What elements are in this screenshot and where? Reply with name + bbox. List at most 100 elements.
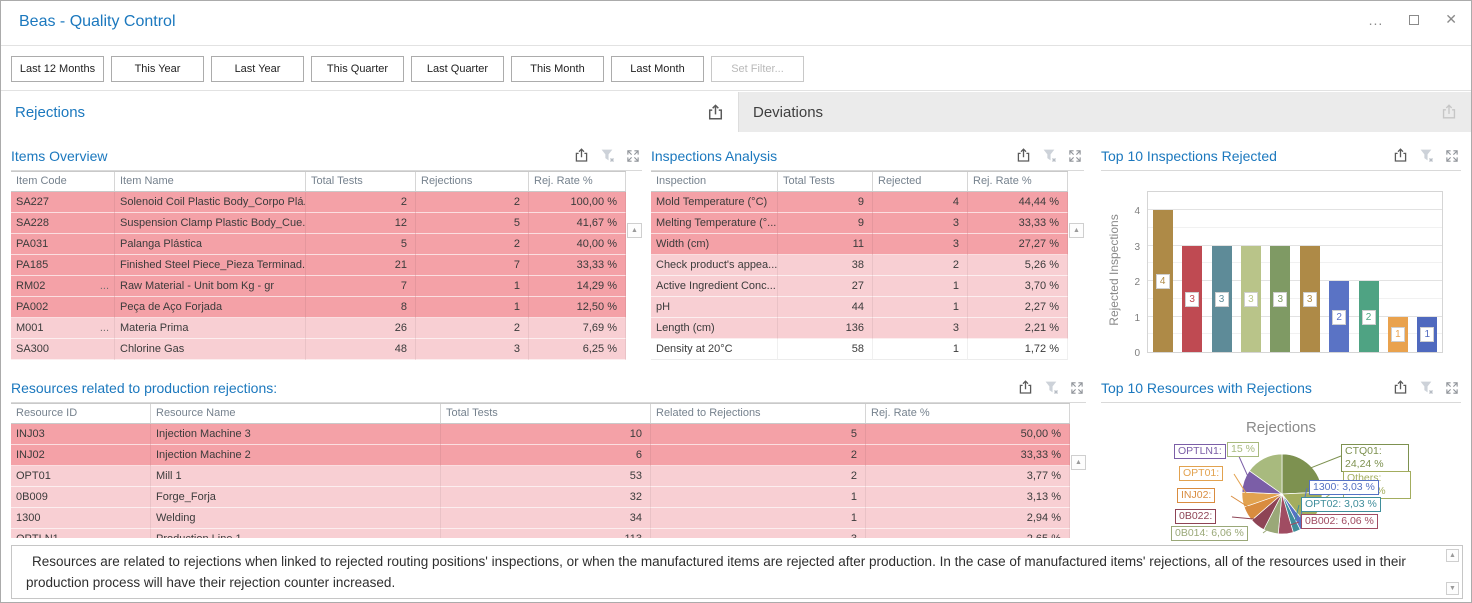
table-row[interactable]: SA227 Solenoid Coil Plastic Body_Corpo P… bbox=[11, 192, 626, 213]
bar[interactable]: 3 bbox=[1182, 246, 1202, 353]
table-row[interactable]: Length (cm) 136 3 2,21 % bbox=[651, 318, 1068, 339]
column-header[interactable]: Rejected bbox=[873, 172, 968, 191]
filter-last-month[interactable]: Last Month bbox=[611, 56, 704, 82]
bar[interactable]: 4 bbox=[1153, 210, 1173, 352]
expand-icon[interactable] bbox=[1070, 381, 1084, 395]
table-row[interactable]: Density at 20°C 58 1 1,72 % bbox=[651, 339, 1068, 360]
table-row[interactable]: Width (cm) 11 3 27,27 % bbox=[651, 234, 1068, 255]
resources-panel: Resources related to production rejectio… bbox=[11, 373, 1086, 538]
y-tick-label: 0 bbox=[1125, 348, 1140, 359]
filter-last-quarter[interactable]: Last Quarter bbox=[411, 56, 504, 82]
scroll-up-button[interactable]: ▲ bbox=[1071, 455, 1086, 470]
filter-bar: Last 12 Months This Year Last Year This … bbox=[1, 47, 1471, 91]
bar[interactable]: 3 bbox=[1300, 246, 1320, 353]
table-row[interactable]: OPT01 Mill 1 53 2 3,77 % bbox=[11, 466, 1070, 487]
clear-filter-icon[interactable] bbox=[1419, 380, 1434, 395]
bar[interactable]: 2 bbox=[1329, 281, 1349, 352]
expand-icon[interactable] bbox=[1068, 149, 1082, 163]
clear-filter-icon[interactable] bbox=[1042, 148, 1057, 163]
tab-rejections[interactable]: Rejections bbox=[1, 92, 738, 132]
table-row[interactable]: INJ02 Injection Machine 2 6 2 33,33 % bbox=[11, 445, 1070, 466]
column-header[interactable]: Item Name bbox=[115, 172, 306, 191]
scroll-up-button[interactable]: ▲ bbox=[1069, 223, 1084, 238]
expand-icon[interactable] bbox=[1445, 381, 1459, 395]
filter-this-quarter[interactable]: This Quarter bbox=[311, 56, 404, 82]
expand-icon[interactable] bbox=[626, 149, 640, 163]
scroll-up-button[interactable]: ▲ bbox=[627, 223, 642, 238]
table-row[interactable]: 1300 Welding 34 1 2,94 % bbox=[11, 508, 1070, 529]
bar-value-label: 3 bbox=[1215, 292, 1229, 307]
table-row[interactable]: OPTLN1 Production Line 1 113 3 2,65 % bbox=[11, 529, 1070, 538]
bar[interactable]: 3 bbox=[1212, 246, 1232, 353]
table-row[interactable]: Check product's appea... 38 2 5,26 % bbox=[651, 255, 1068, 276]
column-header[interactable]: Rejections bbox=[416, 172, 529, 191]
table-row[interactable]: SA300 Chlorine Gas 48 3 6,25 % bbox=[11, 339, 626, 360]
column-header[interactable]: Resource Name bbox=[151, 404, 441, 423]
export-icon[interactable] bbox=[1393, 148, 1408, 163]
export-icon[interactable] bbox=[1016, 148, 1031, 163]
table-row[interactable]: pH 44 1 2,27 % bbox=[651, 297, 1068, 318]
filter-last-year[interactable]: Last Year bbox=[211, 56, 304, 82]
pie-slice-label: 0B022: bbox=[1175, 509, 1216, 524]
column-header[interactable]: Rej. Rate % bbox=[866, 404, 1070, 423]
export-icon[interactable] bbox=[1441, 104, 1457, 120]
y-tick-label: 4 bbox=[1125, 206, 1140, 217]
filter-last-12-months[interactable]: Last 12 Months bbox=[11, 56, 104, 82]
y-tick-label: 1 bbox=[1125, 313, 1140, 324]
pie-slice-label: OPT02: 3,03 % bbox=[1301, 497, 1381, 512]
filter-this-month[interactable]: This Month bbox=[511, 56, 604, 82]
table-row[interactable]: 0B009 Forge_Forja 32 1 3,13 % bbox=[11, 487, 1070, 508]
table-row[interactable]: RM02... Raw Material - Unit bom Kg - gr … bbox=[11, 276, 626, 297]
column-header[interactable]: Related to Rejections bbox=[651, 404, 866, 423]
export-icon[interactable] bbox=[707, 104, 724, 121]
table-row[interactable]: INJ03 Injection Machine 3 10 5 50,00 % bbox=[11, 424, 1070, 445]
bar[interactable]: 2 bbox=[1359, 281, 1379, 352]
bar-value-label: 3 bbox=[1303, 292, 1317, 307]
bar[interactable]: 1 bbox=[1388, 317, 1408, 353]
inspections-analysis-title: Inspections Analysis bbox=[651, 148, 777, 164]
table-row[interactable]: PA185 Finished Steel Piece_Pieza Termina… bbox=[11, 255, 626, 276]
filter-this-year[interactable]: This Year bbox=[111, 56, 204, 82]
inspections-table-header: Inspection Total Tests Rejected Rej. Rat… bbox=[651, 171, 1068, 192]
table-row[interactable]: Melting Temperature (°... 9 3 33,33 % bbox=[651, 213, 1068, 234]
export-icon[interactable] bbox=[1018, 380, 1033, 395]
clear-filter-icon[interactable] bbox=[1044, 380, 1059, 395]
table-row[interactable]: Mold Temperature (°C) 9 4 44,44 % bbox=[651, 192, 1068, 213]
table-row[interactable]: PA031 Palanga Plástica 5 2 40,00 % bbox=[11, 234, 626, 255]
column-header[interactable]: Resource ID bbox=[11, 404, 151, 423]
bar[interactable]: 3 bbox=[1241, 246, 1261, 353]
scroll-up-button[interactable]: ▲ bbox=[1446, 549, 1459, 562]
export-icon[interactable] bbox=[574, 148, 589, 163]
column-header[interactable]: Total Tests bbox=[441, 404, 651, 423]
close-button[interactable]: ✕ bbox=[1445, 11, 1457, 28]
column-header[interactable]: Inspection bbox=[651, 172, 778, 191]
more-options-button[interactable]: ... bbox=[1369, 12, 1384, 28]
bar-value-label: 2 bbox=[1332, 310, 1346, 325]
column-header[interactable]: Total Tests bbox=[778, 172, 873, 191]
column-header[interactable]: Item Code bbox=[11, 172, 115, 191]
table-row[interactable]: SA228 Suspension Clamp Plastic Body_Cue.… bbox=[11, 213, 626, 234]
title-bar: Beas - Quality Control ... ✕ bbox=[1, 1, 1471, 46]
maximize-button[interactable] bbox=[1409, 15, 1419, 25]
table-row[interactable]: Active Ingredient Conc... 27 1 3,70 % bbox=[651, 276, 1068, 297]
export-icon[interactable] bbox=[1393, 380, 1408, 395]
set-filter-button[interactable]: Set Filter... bbox=[711, 56, 804, 82]
clear-filter-icon[interactable] bbox=[600, 148, 615, 163]
clear-filter-icon[interactable] bbox=[1419, 148, 1434, 163]
top10-inspections-panel: Top 10 Inspections Rejected Rejected Ins… bbox=[1101, 141, 1461, 369]
table-row[interactable]: M001... Materia Prima 26 2 7,69 % bbox=[11, 318, 626, 339]
table-row[interactable]: PA002 Peça de Aço Forjada 8 1 12,50 % bbox=[11, 297, 626, 318]
expand-icon[interactable] bbox=[1445, 149, 1459, 163]
column-header[interactable]: Rej. Rate % bbox=[529, 172, 626, 191]
pie-slice-label: INJ02: bbox=[1177, 488, 1215, 503]
bar[interactable]: 1 bbox=[1417, 317, 1437, 353]
resources-title: Resources related to production rejectio… bbox=[11, 380, 277, 396]
scroll-down-button[interactable]: ▼ bbox=[1446, 582, 1459, 595]
column-header[interactable]: Total Tests bbox=[306, 172, 416, 191]
tab-deviations[interactable]: Deviations bbox=[738, 92, 1471, 132]
grid-line bbox=[1148, 227, 1442, 228]
bar[interactable]: 3 bbox=[1270, 246, 1290, 353]
column-header[interactable]: Rej. Rate % bbox=[968, 172, 1068, 191]
pie-slice-label: OPTLN1: bbox=[1174, 444, 1226, 459]
bar-value-label: 2 bbox=[1362, 310, 1376, 325]
